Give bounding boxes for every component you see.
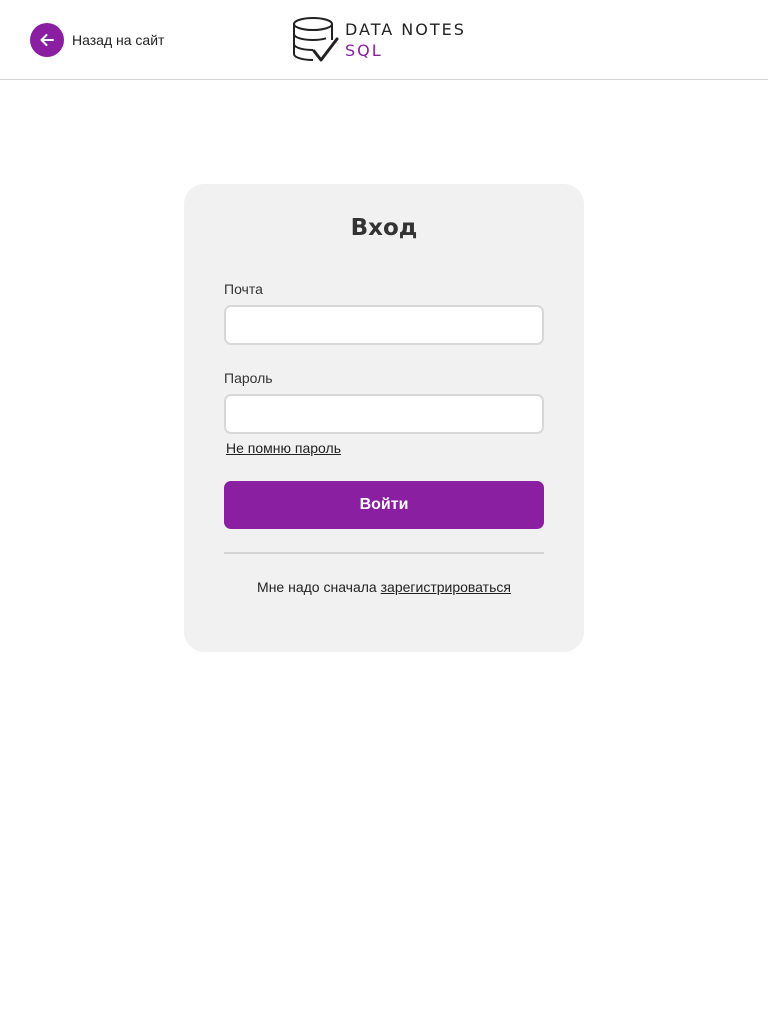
password-field[interactable] — [224, 394, 544, 434]
site-header: Назад на сайт DATA NOTES SQL — [0, 0, 768, 80]
back-button-circle[interactable] — [30, 23, 64, 57]
database-check-icon — [293, 17, 339, 62]
forgot-password-link[interactable]: Не помню пароль — [226, 440, 341, 456]
back-to-site-link[interactable]: Назад на сайт — [30, 23, 164, 57]
register-link[interactable]: зарегистрироваться — [381, 579, 511, 595]
back-to-site-label: Назад на сайт — [72, 32, 165, 48]
password-label: Пароль — [224, 370, 273, 386]
login-card: Вход Почта Пароль Не помню пароль Войти … — [184, 184, 584, 652]
login-button[interactable]: Войти — [224, 481, 544, 529]
login-title: Вход — [350, 215, 418, 241]
register-prefix: Мне надо сначала — [257, 579, 377, 595]
arrow-left-icon — [40, 34, 54, 46]
email-label: Почта — [224, 281, 263, 297]
email-field[interactable] — [224, 305, 544, 345]
register-prompt: Мне надо сначала зарегистрироваться — [184, 579, 584, 595]
card-divider — [224, 552, 544, 554]
logo-title: DATA NOTES — [345, 19, 466, 39]
site-logo[interactable]: DATA NOTES SQL — [292, 16, 466, 64]
logo-subtitle: SQL — [345, 40, 383, 60]
logo-text: DATA NOTES SQL — [345, 19, 466, 60]
